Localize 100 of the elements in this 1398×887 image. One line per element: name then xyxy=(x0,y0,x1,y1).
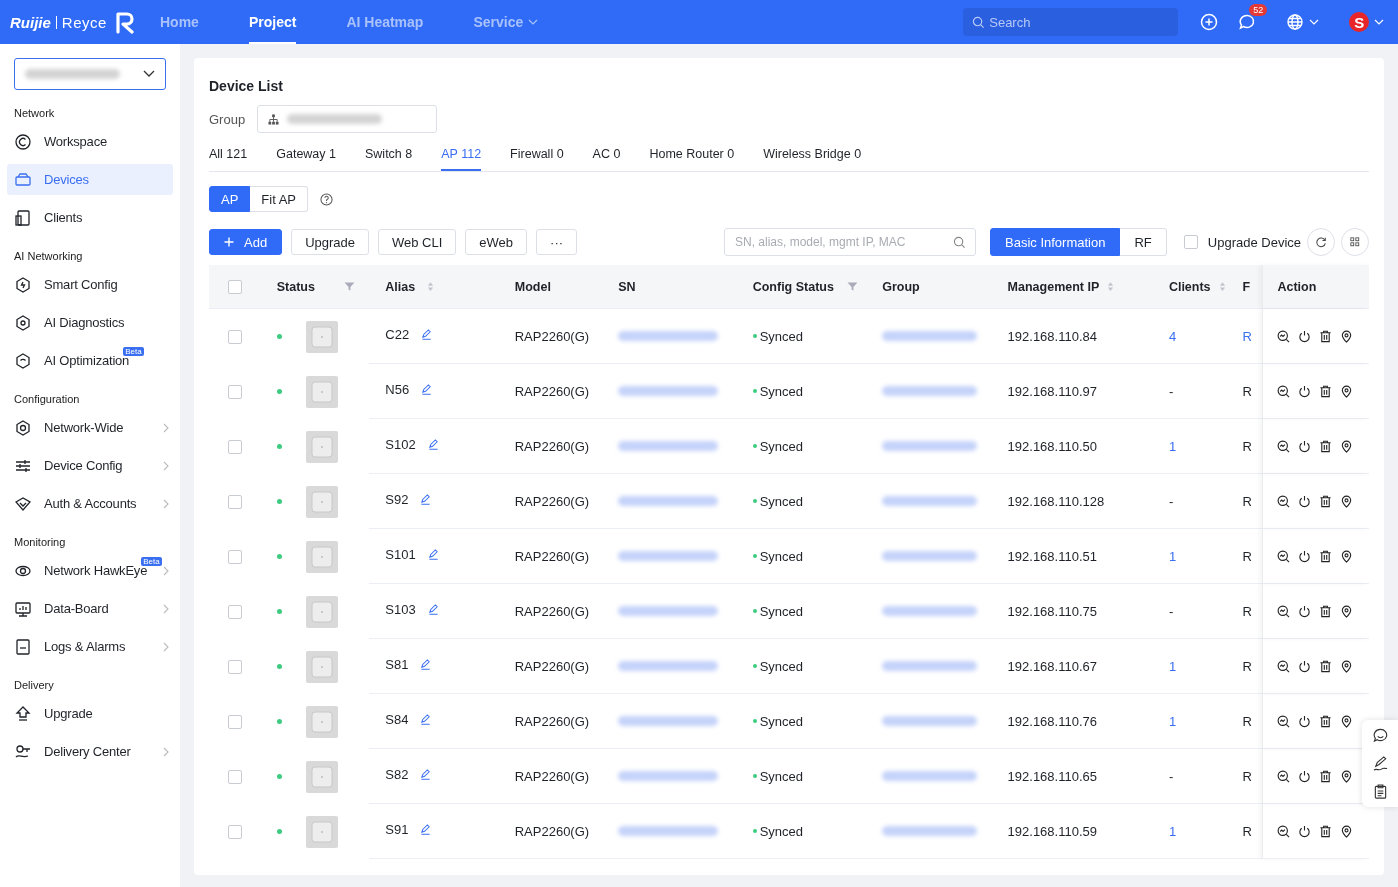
location-pin-icon[interactable] xyxy=(1340,384,1354,398)
chart-search-icon[interactable] xyxy=(1277,494,1291,508)
chart-search-icon[interactable] xyxy=(1277,824,1291,838)
location-pin-icon[interactable] xyxy=(1340,439,1354,453)
edit-icon[interactable] xyxy=(420,659,432,670)
add-icon[interactable] xyxy=(1200,13,1219,31)
clients-link[interactable]: 1 xyxy=(1168,713,1177,729)
edit-icon[interactable] xyxy=(427,549,439,560)
chevron-down-icon[interactable] xyxy=(1309,19,1320,25)
trash-icon[interactable] xyxy=(1319,494,1333,508)
row-checkbox[interactable] xyxy=(228,494,243,509)
sidebar-item[interactable]: Workspace xyxy=(7,126,173,157)
device-type-tab[interactable]: Gateway 1 xyxy=(276,145,336,171)
project-select[interactable] xyxy=(14,58,166,90)
view-toggle[interactable]: RF xyxy=(1120,228,1167,256)
sidebar-item[interactable]: Network-Wide xyxy=(7,412,173,443)
location-pin-icon[interactable] xyxy=(1340,659,1354,673)
row-checkbox[interactable] xyxy=(228,439,243,454)
trash-icon[interactable] xyxy=(1319,329,1333,343)
sidebar-item[interactable]: Delivery Center xyxy=(7,736,173,767)
avatar[interactable]: S xyxy=(1349,12,1370,32)
power-icon[interactable] xyxy=(1298,604,1312,618)
sidebar-item[interactable]: Network HawkEye Beta xyxy=(7,555,173,586)
location-pin-icon[interactable] xyxy=(1340,329,1354,343)
power-icon[interactable] xyxy=(1298,439,1312,453)
sidebar-item[interactable]: Smart Config xyxy=(7,269,173,300)
row-checkbox[interactable] xyxy=(228,549,243,564)
view-toggle[interactable]: Basic Information xyxy=(990,228,1121,256)
trash-icon[interactable] xyxy=(1319,714,1333,728)
row-checkbox[interactable] xyxy=(228,824,243,839)
chart-search-icon[interactable] xyxy=(1277,549,1291,563)
mode-toggle[interactable]: AP xyxy=(209,186,251,212)
sidebar-item[interactable]: Auth & Accounts xyxy=(7,488,173,519)
row-checkbox[interactable] xyxy=(228,384,243,399)
clipboard-icon[interactable] xyxy=(1372,784,1388,799)
help-icon[interactable] xyxy=(320,192,334,206)
sidebar-item[interactable]: Devices xyxy=(7,164,173,195)
sidebar-item[interactable]: Device Config xyxy=(7,450,173,481)
device-type-tab[interactable]: All 121 xyxy=(209,145,248,171)
clients-link[interactable]: 1 xyxy=(1168,658,1177,674)
search-field[interactable]: Search xyxy=(963,8,1179,36)
chart-search-icon[interactable] xyxy=(1277,659,1291,673)
location-pin-icon[interactable] xyxy=(1340,549,1354,563)
device-type-tab[interactable]: AP 112 xyxy=(441,145,482,171)
sidebar-item[interactable]: Data-Board xyxy=(7,593,173,624)
chart-search-icon[interactable] xyxy=(1277,714,1291,728)
edit-icon[interactable] xyxy=(420,824,432,835)
select-all-checkbox[interactable] xyxy=(228,279,243,294)
sidebar-item[interactable]: AI Diagnostics xyxy=(7,307,173,338)
chevron-down-icon[interactable] xyxy=(1374,19,1385,25)
device-type-tab[interactable]: AC 0 xyxy=(592,145,621,171)
power-icon[interactable] xyxy=(1298,494,1312,508)
action-button[interactable]: Upgrade xyxy=(291,229,369,255)
power-icon[interactable] xyxy=(1298,824,1312,838)
checkbox[interactable] xyxy=(1183,235,1198,249)
sidebar-item[interactable]: Logs & Alarms xyxy=(7,631,173,662)
trash-icon[interactable] xyxy=(1319,824,1333,838)
location-pin-icon[interactable] xyxy=(1340,824,1354,838)
mode-toggle[interactable]: Fit AP xyxy=(250,186,309,212)
row-checkbox[interactable] xyxy=(228,769,243,784)
power-icon[interactable] xyxy=(1298,714,1312,728)
action-button[interactable]: eWeb xyxy=(465,229,528,255)
clients-link[interactable]: 1 xyxy=(1168,548,1177,564)
edit-icon[interactable] xyxy=(420,494,432,505)
edit-icon[interactable] xyxy=(421,329,433,340)
chart-search-icon[interactable] xyxy=(1277,384,1291,398)
power-icon[interactable] xyxy=(1298,769,1312,783)
edit-icon[interactable] xyxy=(427,604,439,615)
location-pin-icon[interactable] xyxy=(1340,604,1354,618)
chart-search-icon[interactable] xyxy=(1277,604,1291,618)
device-type-tab[interactable]: Wireless Bridge 0 xyxy=(763,145,862,171)
edit-icon[interactable] xyxy=(420,769,432,780)
device-type-tab[interactable]: Firewall 0 xyxy=(510,145,564,171)
edit-icon[interactable] xyxy=(421,384,433,395)
chat-icon[interactable] xyxy=(1372,728,1388,743)
clients-link[interactable]: 1 xyxy=(1168,438,1177,454)
trash-icon[interactable] xyxy=(1319,659,1333,673)
globe-icon[interactable] xyxy=(1286,13,1305,31)
device-type-tab[interactable]: Switch 8 xyxy=(365,145,413,171)
action-button[interactable]: Add xyxy=(209,229,283,255)
trash-icon[interactable] xyxy=(1319,604,1333,618)
location-pin-icon[interactable] xyxy=(1340,769,1354,783)
edit-icon[interactable] xyxy=(420,714,432,725)
power-icon[interactable] xyxy=(1298,659,1312,673)
pen-icon[interactable] xyxy=(1372,756,1388,771)
filter-field[interactable]: SN, alias, model, mgmt IP, MAC xyxy=(724,228,976,256)
sidebar-item[interactable]: Clients xyxy=(7,202,173,233)
trash-icon[interactable] xyxy=(1319,549,1333,563)
row-checkbox[interactable] xyxy=(228,714,243,729)
action-button[interactable]: ··· xyxy=(536,229,578,255)
trash-icon[interactable] xyxy=(1319,384,1333,398)
location-pin-icon[interactable] xyxy=(1340,494,1354,508)
location-pin-icon[interactable] xyxy=(1340,714,1354,728)
row-checkbox[interactable] xyxy=(228,604,243,619)
clients-link[interactable]: 4 xyxy=(1168,328,1177,344)
trash-icon[interactable] xyxy=(1319,769,1333,783)
edit-icon[interactable] xyxy=(427,439,439,450)
power-icon[interactable] xyxy=(1298,329,1312,343)
row-checkbox[interactable] xyxy=(228,329,243,344)
chart-search-icon[interactable] xyxy=(1277,439,1291,453)
